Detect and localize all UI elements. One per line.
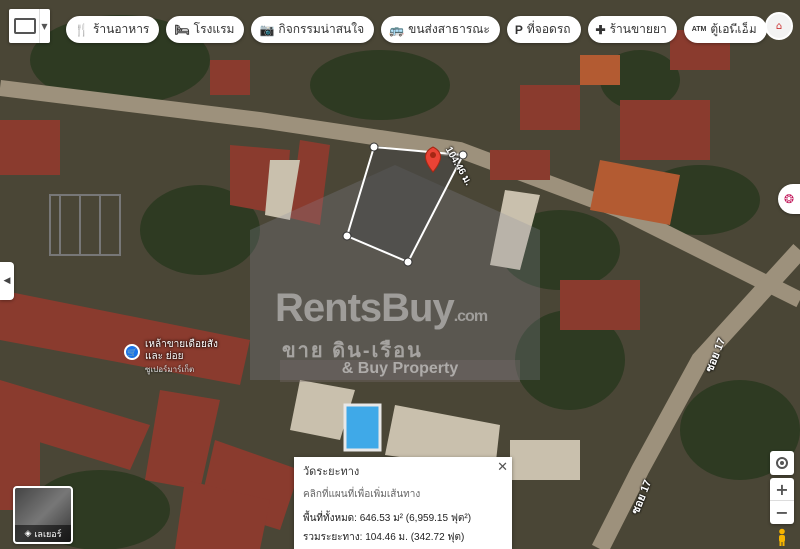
card-hint: คลิกที่แผนที่เพื่อเพิ่มเส้นทาง xyxy=(303,489,421,500)
square-icon xyxy=(14,18,36,34)
layers-icon: ◈ xyxy=(24,528,32,538)
parking-icon: P xyxy=(514,22,523,37)
chip-things-to-do[interactable]: 📷 กิจกรรมน่าสนใจ xyxy=(251,16,375,43)
swimming-pool xyxy=(343,403,382,452)
chip-hotels[interactable]: 🛏 โรงแรม xyxy=(166,16,245,43)
avatar[interactable]: ⌂ xyxy=(765,12,793,40)
chip-label: โรงแรม xyxy=(193,22,235,36)
transit-icon: 🚌 xyxy=(389,22,405,37)
chip-parking[interactable]: P ที่จอดรถ xyxy=(506,16,581,43)
expand-right-panel-button[interactable]: ❂ xyxy=(778,184,800,214)
pin-dot xyxy=(430,152,436,158)
poi-store-name[interactable]: เหล้าขายเดือยสัง และ ย่อย xyxy=(145,339,218,363)
vertex-handle xyxy=(342,231,352,241)
poi-store-category: ซูเปอร์มาร์เก็ต xyxy=(145,365,195,374)
vertex-handle xyxy=(369,142,379,152)
hotel-icon: 🛏 xyxy=(174,22,190,37)
chip-label: ที่จอดรถ xyxy=(526,22,571,36)
brain-icon: ❂ xyxy=(784,192,795,206)
my-location-button[interactable] xyxy=(770,451,794,475)
chip-atms[interactable]: ATMตู้เอทีเอ็ม xyxy=(683,16,767,43)
map-type-toggle[interactable]: ▼ xyxy=(9,9,50,43)
watermark-logo: RentsBuy.com xyxy=(275,286,488,330)
layers-button[interactable]: ◈ เลเยอร์ xyxy=(13,486,73,544)
category-chips: 🍴 ร้านอาหาร 🛏 โรงแรม 📷 กิจกรรมน่าสนใจ 🚌 ขนส่… xyxy=(66,16,767,43)
chevron-left-icon: ◀ xyxy=(3,276,11,286)
total-distance: รวมระยะทาง: 104.46 ม. (342.72 ฟุต) xyxy=(303,532,465,543)
chip-transit[interactable]: 🚌 ขนส่งสาธารณะ xyxy=(381,16,500,43)
close-icon[interactable]: ✕ xyxy=(497,459,508,475)
collapse-side-panel-button[interactable]: ◀ xyxy=(0,262,14,300)
crosshair-icon xyxy=(776,457,788,469)
chevron-down-icon: ▼ xyxy=(39,9,49,43)
chip-label: กิจกรรมน่าสนใจ xyxy=(278,22,365,36)
pegman-icon[interactable] xyxy=(774,528,790,546)
chip-label: ร้านอาหาร xyxy=(92,22,150,36)
restaurant-icon: 🍴 xyxy=(74,22,89,37)
zoom-out-button[interactable]: − xyxy=(770,501,794,524)
total-area: พื้นที่ทั้งหมด: 646.53 ม² (6,959.15 ฟุต²… xyxy=(303,513,472,524)
layers-label: เลเยอร์ xyxy=(34,528,62,539)
vertex-handle xyxy=(403,257,413,267)
chip-label: ขนส่งสาธารณะ xyxy=(408,22,490,36)
card-title: วัดระยะทาง xyxy=(303,466,360,478)
chip-label: ร้านขายยา xyxy=(609,22,667,36)
chip-pharmacies[interactable]: ✚ ร้านขายยา xyxy=(587,16,677,43)
shopping-cart-icon[interactable]: 🛒 xyxy=(124,344,140,360)
zoom-controls: + − xyxy=(770,478,794,524)
chip-restaurants[interactable]: 🍴 ร้านอาหาร xyxy=(66,16,160,43)
pharmacy-icon: ✚ xyxy=(595,22,606,37)
map-canvas[interactable]: ▼ 🍴 ร้านอาหาร 🛏 โรงแรม 📷 กิจกรรมน่าสนใจ 🚌 ขน… xyxy=(0,0,800,549)
camera-icon: 📷 xyxy=(259,22,275,37)
measure-distance-card: วัดระยะทาง คลิกที่แผนที่เพื่อเพิ่มเส้นทา… xyxy=(294,457,512,549)
watermark-subtitle: & Buy Property xyxy=(280,360,520,382)
zoom-in-button[interactable]: + xyxy=(770,478,794,501)
atm-icon: ATM xyxy=(691,26,707,33)
apps-grid-icon[interactable] xyxy=(733,18,753,38)
